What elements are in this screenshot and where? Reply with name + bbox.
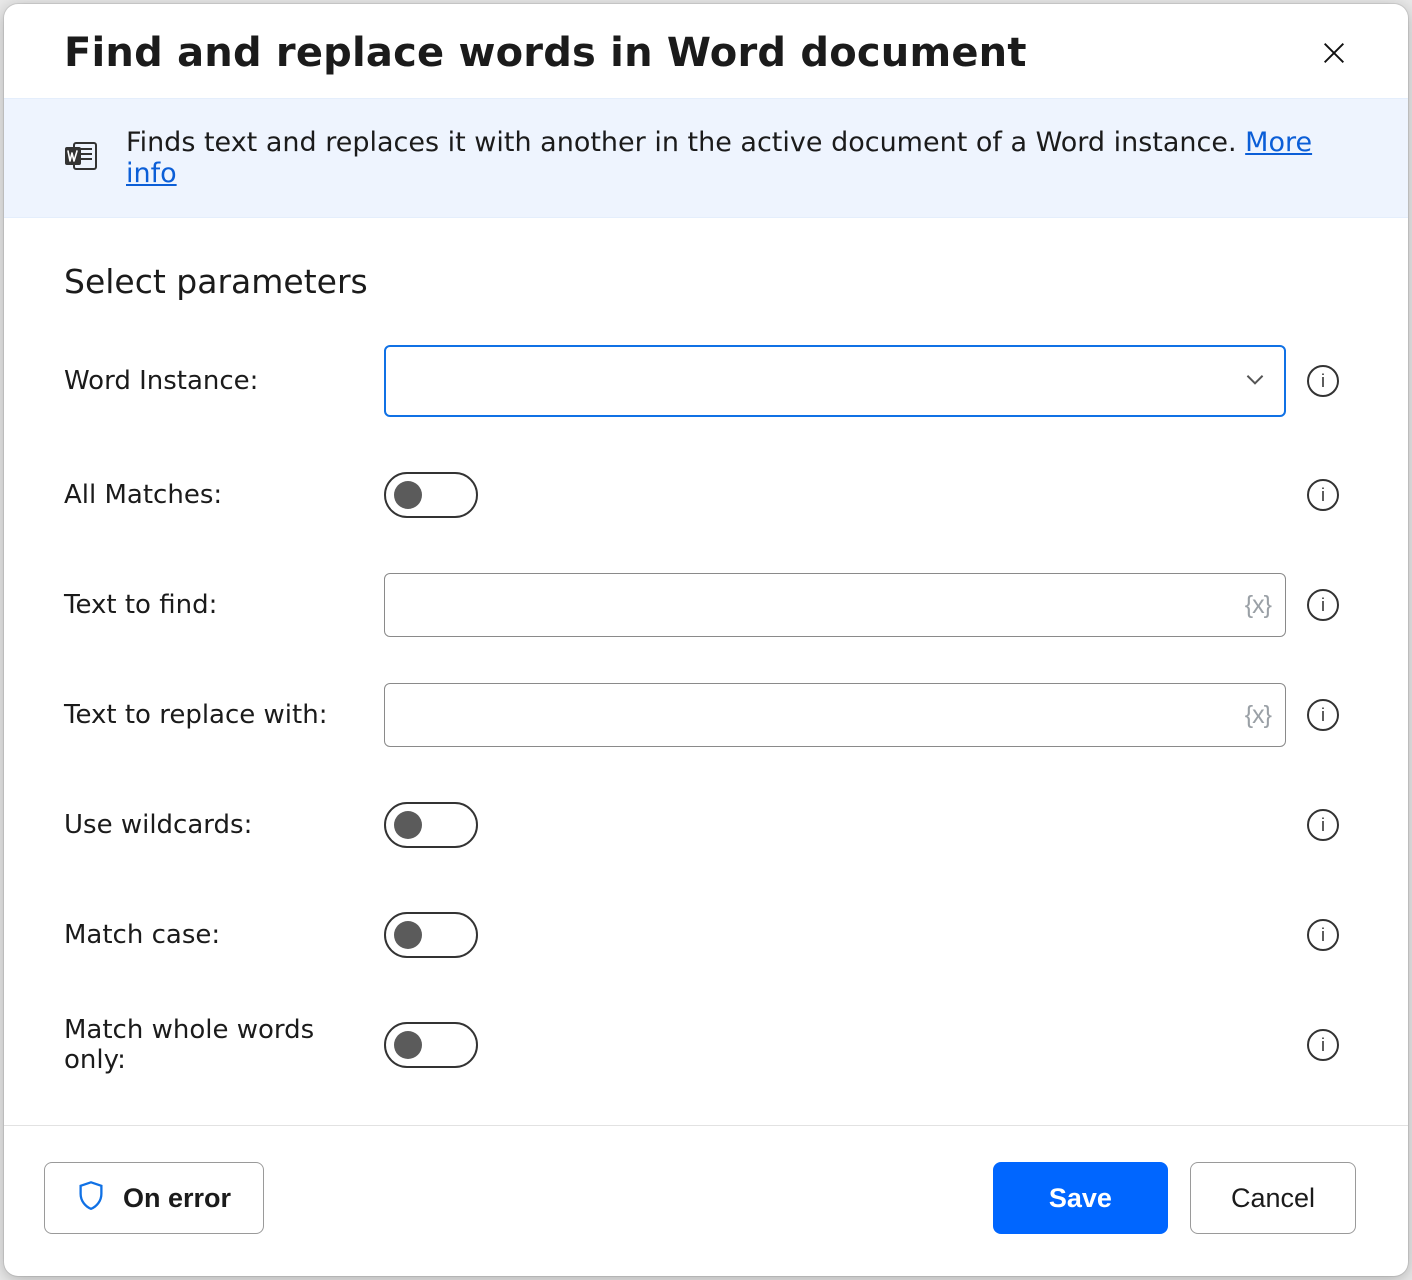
match-case-label: Match case:	[64, 920, 384, 950]
variable-picker-icon[interactable]: {x}	[1241, 591, 1275, 620]
chevron-down-icon	[1242, 366, 1268, 396]
variable-picker-icon[interactable]: {x}	[1241, 701, 1275, 730]
info-icon[interactable]: i	[1307, 365, 1339, 397]
info-text: Finds text and replaces it with another …	[126, 127, 1348, 189]
use-wildcards-label: Use wildcards:	[64, 810, 384, 840]
on-error-button[interactable]: On error	[44, 1162, 264, 1234]
text-to-find-label: Text to find:	[64, 590, 384, 620]
param-row-text-to-replace: Text to replace with: {x} i	[64, 683, 1348, 747]
dialog-header: Find and replace words in Word document	[4, 4, 1408, 98]
close-icon	[1320, 55, 1348, 70]
text-to-replace-input[interactable]	[399, 700, 1241, 730]
word-instance-select[interactable]	[384, 345, 1286, 417]
param-row-text-to-find: Text to find: {x} i	[64, 573, 1348, 637]
shield-icon	[77, 1180, 105, 1217]
info-icon[interactable]: i	[1307, 1029, 1339, 1061]
info-icon[interactable]: i	[1307, 589, 1339, 621]
info-icon[interactable]: i	[1307, 479, 1339, 511]
info-description: Finds text and replaces it with another …	[126, 127, 1245, 158]
word-app-icon	[64, 141, 98, 175]
text-to-find-field: {x}	[384, 573, 1286, 637]
text-to-find-input[interactable]	[399, 590, 1241, 620]
cancel-button[interactable]: Cancel	[1190, 1162, 1356, 1234]
info-icon[interactable]: i	[1307, 809, 1339, 841]
text-to-replace-label: Text to replace with:	[64, 700, 384, 730]
word-instance-label: Word Instance:	[64, 366, 384, 396]
section-title: Select parameters	[64, 262, 1348, 301]
match-case-toggle[interactable]	[384, 912, 478, 958]
dialog-title: Find and replace words in Word document	[64, 30, 1027, 76]
match-whole-words-label: Match whole words only:	[64, 1015, 384, 1075]
info-banner: Finds text and replaces it with another …	[4, 98, 1408, 218]
info-icon[interactable]: i	[1307, 919, 1339, 951]
match-whole-words-toggle[interactable]	[384, 1022, 478, 1068]
param-row-word-instance: Word Instance: i	[64, 345, 1348, 417]
param-row-match-whole-words: Match whole words only: i	[64, 1013, 1348, 1077]
param-row-match-case: Match case: i	[64, 903, 1348, 967]
save-button[interactable]: Save	[993, 1162, 1168, 1234]
all-matches-label: All Matches:	[64, 480, 384, 510]
all-matches-toggle[interactable]	[384, 472, 478, 518]
on-error-label: On error	[123, 1183, 231, 1214]
param-row-all-matches: All Matches: i	[64, 463, 1348, 527]
text-to-replace-field: {x}	[384, 683, 1286, 747]
dialog-panel: Find and replace words in Word document	[4, 4, 1408, 1276]
close-button[interactable]	[1312, 31, 1356, 75]
param-row-use-wildcards: Use wildcards: i	[64, 793, 1348, 857]
dialog-body: Select parameters Word Instance: i All	[4, 218, 1408, 1125]
info-icon[interactable]: i	[1307, 699, 1339, 731]
dialog-footer: On error Save Cancel	[4, 1125, 1408, 1276]
footer-actions: Save Cancel	[993, 1162, 1356, 1234]
use-wildcards-toggle[interactable]	[384, 802, 478, 848]
